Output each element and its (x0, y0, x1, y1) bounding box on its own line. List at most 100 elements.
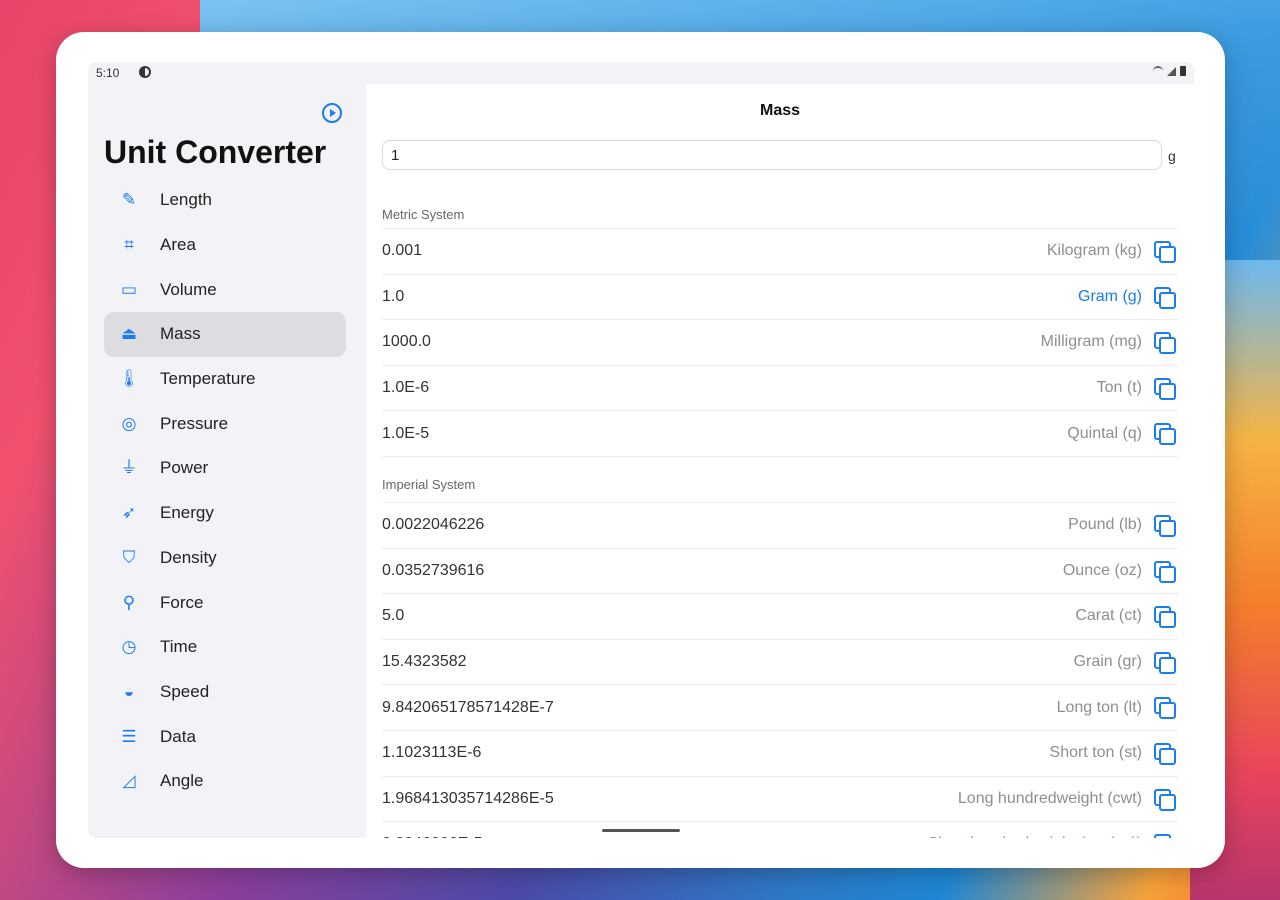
app-title: Unit Converter (104, 134, 327, 170)
value-input-container (382, 140, 1162, 170)
gauge-icon: ◎ (121, 413, 137, 433)
sidebar-nav: ✎ Length ⌗ Area ▭ Volume ⏏ Mass 🌡 Temperature ◎ Pre… (104, 178, 346, 804)
unit-label: Ton (t) (1096, 379, 1142, 397)
copy-icon[interactable] (1154, 241, 1176, 263)
sidebar-item-time[interactable]: ◷ Time (104, 625, 346, 670)
conversion-row[interactable]: 1.0E-6 Ton (t) (382, 366, 1178, 412)
copy-icon[interactable] (1154, 423, 1176, 446)
converted-value: 1.1023113E-6 (382, 744, 482, 762)
sidebar-item-power[interactable]: ⏚ Power (104, 446, 346, 491)
copy-icon[interactable] (1154, 697, 1176, 720)
copy-icon[interactable] (1154, 651, 1176, 674)
copy-icon[interactable] (1154, 286, 1176, 309)
conversion-row[interactable]: 9.842065178571428E-7 Long ton (lt) (382, 685, 1178, 731)
conversion-row[interactable]: 0.0022046226 Pound (lb) (382, 503, 1178, 549)
conversion-row[interactable]: 5.0 Carat (ct) (382, 594, 1178, 640)
force-icon: ⚲ (122, 592, 136, 612)
copy-icon[interactable] (1154, 560, 1176, 583)
unit-label: Carat (ct) (1075, 607, 1142, 625)
conversion-row[interactable]: 1.1023113E-6 Short ton (st) (382, 731, 1178, 777)
copy-icon[interactable] (1154, 606, 1176, 629)
unit-label: Long hundredweight (cwt) (957, 789, 1142, 807)
unit-label: Quintal (q) (1067, 424, 1142, 442)
sidebar-item-label: Time (160, 637, 198, 657)
page-title: Mass (759, 102, 801, 119)
unit-label: Grain (gr) (1073, 653, 1142, 671)
conversion-row[interactable]: 0.001 Kilogram (kg) (382, 229, 1178, 275)
converted-value: 1.968413035714286E-5 (382, 789, 554, 807)
sidebar-toggle-icon[interactable] (322, 103, 342, 123)
sidebar-item-force[interactable]: ⚲ Force (104, 580, 346, 625)
sidebar-item-mass[interactable]: ⏏ Mass (104, 312, 346, 357)
copy-icon[interactable] (1154, 377, 1176, 400)
sidebar-item-label: Length (160, 190, 212, 210)
sidebar-item-label: Volume (160, 279, 217, 299)
status-indicators (1153, 66, 1186, 76)
database-icon: ☰ (121, 726, 137, 746)
converted-value: 9.842065178571428E-7 (382, 698, 554, 716)
converted-value: 5.0 (382, 607, 405, 625)
conversion-row[interactable]: 1.0E-5 Quintal (q) (382, 411, 1178, 457)
sidebar-item-label: Area (160, 235, 196, 255)
plug-icon: ⏚ (120, 458, 138, 478)
battery-icon (1180, 66, 1186, 76)
app-screen: 5:10 Unit Converter ✎ Length ⌗ Area ▭ Volume ⏏… (88, 62, 1194, 838)
ruler-icon: ✎ (121, 190, 137, 210)
converted-value: 15.4323582 (382, 653, 467, 671)
angle-icon: ◿ (122, 771, 136, 791)
status-app-icon (139, 66, 151, 78)
sidebar-item-temperature[interactable]: 🌡 Temperature (104, 357, 346, 402)
sidebar-item-angle[interactable]: ◿ Angle (104, 759, 346, 804)
status-time: 5:10 (96, 66, 120, 80)
unit-label: Ounce (oz) (1062, 561, 1142, 579)
converted-value: 0.0022046226 (382, 516, 485, 534)
copy-icon[interactable] (1154, 332, 1176, 355)
sidebar-item-label: Force (160, 592, 204, 612)
copy-icon[interactable] (1154, 788, 1176, 811)
sidebar-item-label: Energy (160, 503, 214, 523)
conversion-row[interactable]: 1000.0 Milligram (mg) (382, 320, 1178, 366)
energy-icon: ➶ (121, 503, 137, 523)
copy-icon[interactable] (1154, 514, 1176, 537)
converted-value: 2.2046226E-5 (382, 835, 483, 838)
unit-label: Pound (lb) (1068, 516, 1142, 534)
conversion-row[interactable]: 15.4323582 Grain (gr) (382, 640, 1178, 686)
sidebar-item-label: Mass (160, 324, 201, 344)
section-header: Imperial System (382, 457, 1178, 503)
unit-label: Long ton (lt) (1056, 698, 1142, 716)
conversion-row[interactable]: 1.968413035714286E-5 Long hundredweight (… (382, 777, 1178, 823)
thermometer-icon: 🌡 (118, 369, 140, 389)
converted-value: 0.001 (382, 242, 423, 260)
sidebar-item-data[interactable]: ☰ Data (104, 714, 346, 759)
converted-value: 0.0352739616 (382, 561, 485, 579)
converted-value: 1000.0 (382, 333, 431, 351)
volume-window-icon: ▭ (120, 279, 138, 299)
value-input[interactable] (383, 141, 1161, 169)
conversion-list: Metric System 0.001 Kilogram (kg) 1.0 Gram (… (382, 192, 1178, 838)
sidebar-item-energy[interactable]: ➶ Energy (104, 491, 346, 536)
unit-label: Kilogram (kg) (1046, 242, 1142, 260)
conversion-row[interactable]: 1.0 Gram (g) (382, 275, 1178, 321)
copy-icon[interactable] (1154, 834, 1174, 838)
home-indicator[interactable] (602, 829, 680, 832)
sidebar-item-length[interactable]: ✎ Length (104, 178, 346, 223)
sidebar-item-speed[interactable]: ◒ Speed (104, 670, 346, 715)
sidebar-item-volume[interactable]: ▭ Volume (104, 267, 346, 312)
unit-label: Short ton (st) (1049, 744, 1142, 762)
conversion-row[interactable]: 2.2046226E-5 Short hundredweight (cwt(us)… (382, 822, 1178, 838)
unit-label: Milligram (mg) (1040, 333, 1142, 351)
sidebar-item-pressure[interactable]: ◎ Pressure (104, 401, 346, 446)
clock-icon: ◷ (121, 637, 137, 657)
conversion-row[interactable]: 0.0352739616 Ounce (oz) (382, 549, 1178, 595)
sidebar-item-density[interactable]: ⛉ Density (104, 536, 346, 581)
weight-icon: ⏏ (120, 324, 138, 344)
copy-icon[interactable] (1154, 742, 1176, 765)
input-unit-label: g (1168, 148, 1176, 164)
converted-value: 1.0 (382, 287, 405, 305)
sidebar-item-label: Angle (160, 771, 204, 791)
sidebar-item-area[interactable]: ⌗ Area (104, 223, 346, 268)
speedometer-icon: ◒ (123, 681, 135, 701)
unit-label: Short hundredweight (cwt(us)) (928, 835, 1142, 838)
sidebar-item-label: Data (160, 726, 196, 746)
converted-value: 1.0E-6 (382, 379, 430, 397)
